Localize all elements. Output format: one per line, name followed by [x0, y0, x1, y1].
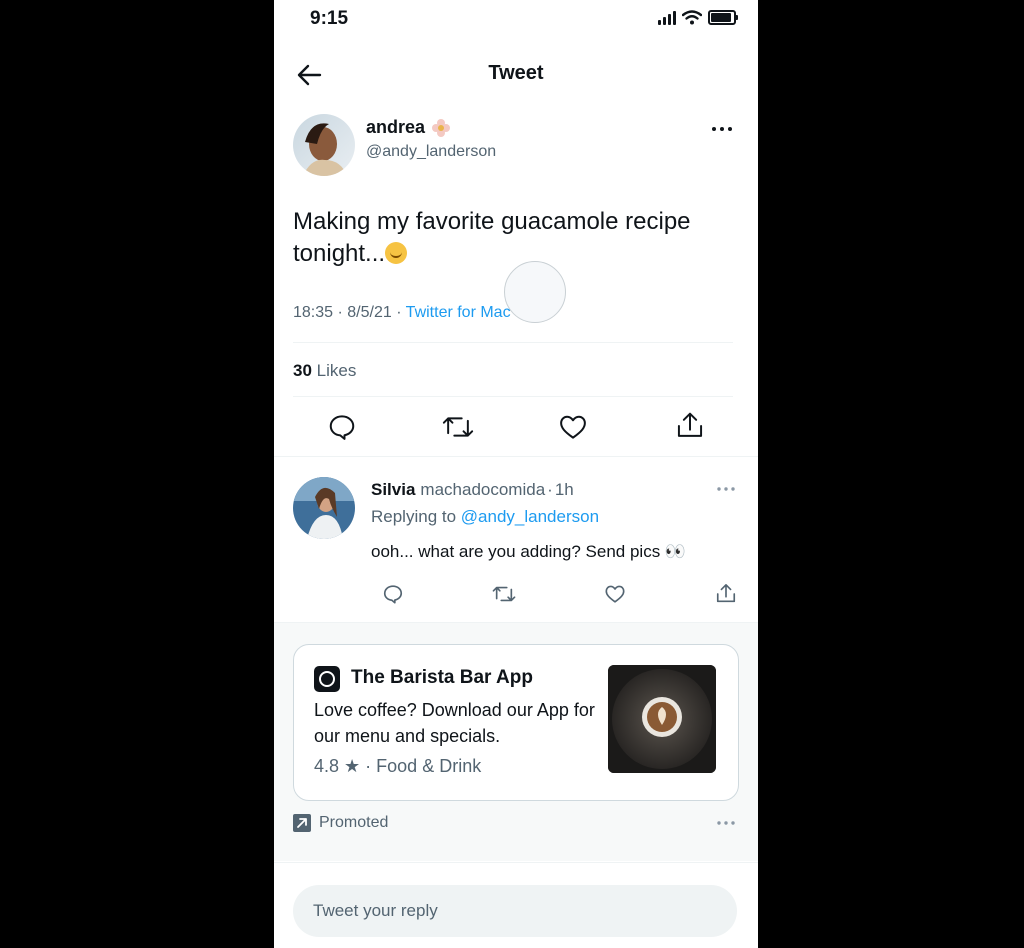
reply-icon[interactable]: [327, 412, 357, 442]
promoted-more-icon[interactable]: [716, 818, 736, 828]
tweet-timestamp: 18:35 · 8/5/21 ·: [293, 304, 406, 321]
tweet-meta: 18:35 · 8/5/21 · Twitter for Mac: [293, 304, 511, 322]
author-name[interactable]: andrea: [366, 117, 425, 138]
retweet-icon[interactable]: [442, 412, 474, 442]
replying-to: Replying to @andy_landerson: [371, 507, 599, 527]
replying-to-prefix: Replying to: [371, 507, 461, 526]
likes-count: 30: [293, 361, 312, 380]
status-time: 9:15: [310, 8, 349, 29]
smile-emoji-icon: [385, 242, 408, 264]
page-title: Tweet: [488, 62, 544, 84]
reply-more-icon[interactable]: [716, 484, 736, 494]
reply-avatar[interactable]: [293, 477, 355, 539]
reply-author-handle[interactable]: machadocomida: [420, 480, 545, 500]
divider: [274, 456, 758, 457]
reply-input[interactable]: Tweet your reply: [293, 885, 737, 937]
battery-icon: [708, 10, 738, 25]
reply-like-icon[interactable]: [604, 583, 626, 605]
reply-separator: ·: [547, 480, 553, 499]
flower-emoji-icon: [432, 118, 451, 137]
reply-retweet-icon[interactable]: [492, 583, 516, 605]
tweet-text-content: Making my favorite guacamole recipe toni…: [293, 208, 691, 267]
likes-label: Likes: [311, 361, 357, 380]
status-icons: [658, 10, 738, 25]
reply-reply-icon[interactable]: [382, 583, 404, 605]
promoted-label: Promoted: [319, 814, 389, 831]
reply-header: Silvia machadocomida · 1h: [371, 480, 574, 500]
reply-time: 1h: [554, 480, 574, 499]
ad-category: · Food & Drink: [360, 756, 482, 776]
ad-description: Love coffee? Download our App for our me…: [314, 700, 595, 746]
share-icon[interactable]: [675, 410, 705, 442]
divider: [293, 396, 733, 397]
author-name-row: andrea: [366, 117, 451, 138]
touch-indicator: [504, 261, 566, 323]
replying-to-handle[interactable]: @andy_landerson: [461, 507, 599, 526]
cellular-signal-icon: [658, 10, 676, 25]
divider: [274, 862, 758, 863]
wifi-icon: [682, 10, 702, 25]
ad-card[interactable]: The Barista Bar App Love coffee? Downloa…: [293, 644, 739, 801]
promoted-arrow-icon: [293, 814, 311, 832]
promoted-section: The Barista Bar App Love coffee? Downloa…: [274, 623, 758, 861]
ad-coffee-image: [608, 665, 716, 773]
reply-text: ooh... what are you adding? Send pics 👀: [371, 542, 687, 561]
tweet-source[interactable]: Twitter for Mac: [406, 304, 511, 321]
ad-app-logo: [314, 666, 340, 692]
like-heart-icon[interactable]: [558, 412, 588, 442]
tweet-text: Making my favorite guacamole recipe toni…: [293, 206, 743, 270]
author-avatar[interactable]: [293, 114, 355, 176]
more-options-icon[interactable]: [711, 122, 733, 136]
author-handle[interactable]: @andy_landerson: [366, 143, 496, 161]
reply-input-placeholder: Tweet your reply: [313, 901, 438, 920]
likes-summary[interactable]: 30 Likes: [293, 361, 356, 381]
divider: [293, 342, 733, 343]
reply-share-icon[interactable]: [715, 582, 737, 606]
ad-meta: 4.8 ★ · Food & Drink: [314, 756, 481, 777]
ad-rating: 4.8 ★: [314, 756, 361, 776]
ad-title: The Barista Bar App: [351, 667, 533, 688]
phone-screen: 9:15 Tweet andrea @andy_landerson Making…: [274, 0, 758, 948]
reply-author-name[interactable]: Silvia: [371, 480, 415, 500]
